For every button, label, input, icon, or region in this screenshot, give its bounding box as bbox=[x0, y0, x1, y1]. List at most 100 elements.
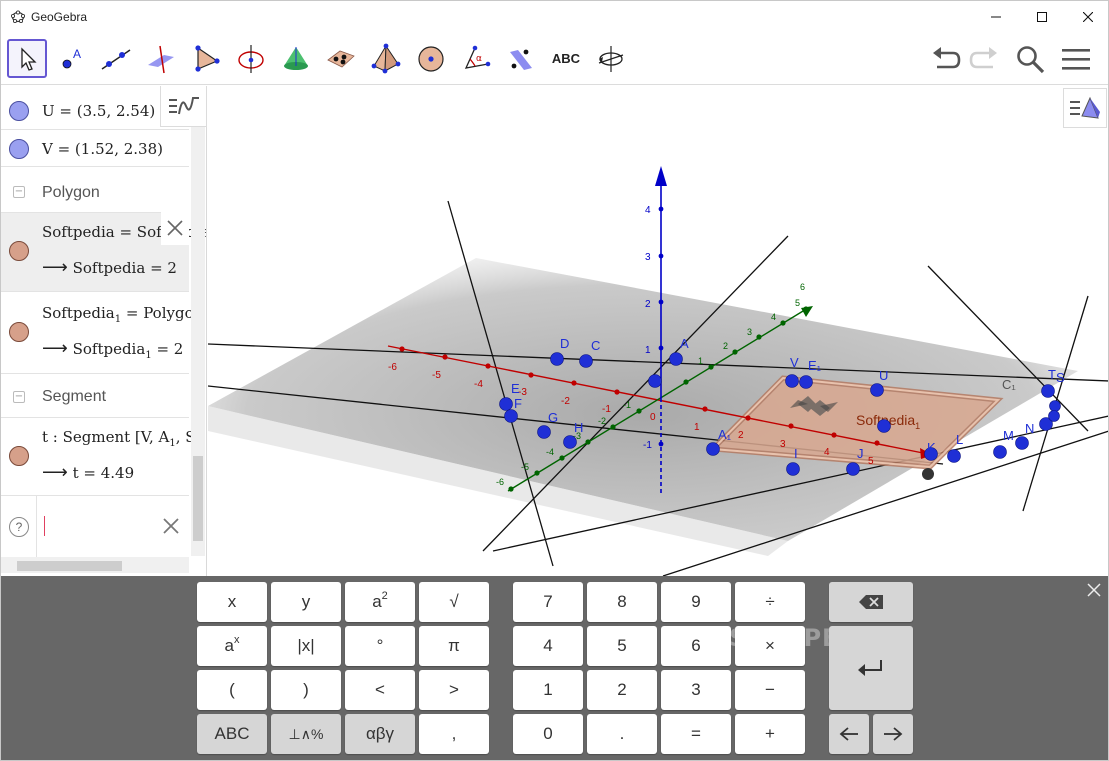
minimize-button[interactable] bbox=[973, 1, 1019, 32]
cone-tool[interactable] bbox=[276, 39, 316, 78]
key-plus[interactable]: + bbox=[735, 714, 805, 754]
key-3[interactable]: 3 bbox=[661, 670, 731, 710]
polygon-tool[interactable] bbox=[186, 39, 226, 78]
algebra-input-row[interactable]: ? bbox=[1, 496, 189, 558]
clear-input-icon[interactable] bbox=[163, 518, 179, 534]
key-x[interactable]: x bbox=[197, 582, 267, 622]
svg-text:α: α bbox=[476, 54, 482, 64]
algebra-item-v[interactable]: V = (1.52, 2.38) bbox=[1, 130, 189, 167]
angle-tool[interactable]: α bbox=[456, 39, 496, 78]
key-minus[interactable]: − bbox=[735, 670, 805, 710]
key-a-power-x[interactable]: ax bbox=[197, 626, 267, 666]
arrow-right-icon bbox=[884, 727, 903, 741]
visibility-toggle[interactable] bbox=[9, 446, 29, 466]
key-1[interactable]: 1 bbox=[513, 670, 583, 710]
key-abs[interactable]: |x| bbox=[271, 626, 341, 666]
result-arrow-icon: ⟶ bbox=[42, 462, 68, 483]
search-button[interactable] bbox=[1013, 42, 1047, 76]
key-greater-than[interactable]: > bbox=[419, 670, 489, 710]
key-less-than[interactable]: < bbox=[345, 670, 415, 710]
sphere-icon bbox=[418, 45, 444, 72]
maximize-button[interactable] bbox=[1019, 1, 1065, 32]
menu-button[interactable] bbox=[1059, 42, 1093, 76]
key-9[interactable]: 9 bbox=[661, 582, 731, 622]
x-tick-label: 1 bbox=[694, 422, 700, 433]
point-i bbox=[786, 462, 800, 476]
key-greek[interactable]: αβγ bbox=[345, 714, 415, 754]
maximize-icon bbox=[1037, 11, 1047, 22]
move-tool[interactable] bbox=[7, 39, 47, 78]
reflect-tool[interactable] bbox=[501, 39, 541, 78]
graphics-style-button[interactable] bbox=[1063, 88, 1107, 128]
text-tool-label: ABC bbox=[551, 51, 581, 66]
key-multiply[interactable]: × bbox=[735, 626, 805, 666]
line-tool[interactable] bbox=[96, 39, 136, 78]
key-open-paren[interactable]: ( bbox=[197, 670, 267, 710]
key-8[interactable]: 8 bbox=[587, 582, 657, 622]
perpendicular-line-tool[interactable] bbox=[141, 39, 181, 78]
key-comma[interactable]: , bbox=[419, 714, 489, 754]
intersect-tool[interactable] bbox=[321, 39, 361, 78]
visibility-toggle[interactable] bbox=[9, 139, 29, 159]
close-icon bbox=[1087, 583, 1101, 597]
graphics-canvas[interactable]: Softpedia1 -6 -5 -4 -3 -2 -1 0 1 2 3 4 5 bbox=[208, 86, 1109, 576]
collapse-icon[interactable]: − bbox=[13, 391, 25, 403]
key-symbols[interactable]: ⊥∧% bbox=[271, 714, 341, 754]
algebra-scrollbar-thumb[interactable] bbox=[193, 456, 203, 541]
key-decimal[interactable]: . bbox=[587, 714, 657, 754]
point-tool[interactable]: A bbox=[52, 39, 92, 78]
y-tick-label: 4 bbox=[771, 312, 776, 322]
key-pi[interactable]: π bbox=[419, 626, 489, 666]
redo-button[interactable] bbox=[967, 42, 1001, 76]
svg-text:A: A bbox=[73, 47, 81, 61]
collapse-icon[interactable]: − bbox=[13, 186, 25, 198]
pyramid-tool[interactable] bbox=[366, 39, 406, 78]
key-close-paren[interactable]: ) bbox=[271, 670, 341, 710]
key-enter[interactable] bbox=[829, 626, 913, 710]
category-segment[interactable]: − Segment bbox=[1, 374, 189, 418]
close-keyboard-button[interactable] bbox=[1084, 580, 1104, 600]
key-y[interactable]: y bbox=[271, 582, 341, 622]
sphere-tool[interactable] bbox=[411, 39, 451, 78]
algebra-item-t[interactable]: t : Segment [V, A1, S ⟶ t = 4.49 bbox=[1, 418, 196, 496]
graphics-3d-view[interactable]: Softpedia1 -6 -5 -4 -3 -2 -1 0 1 2 3 4 5 bbox=[208, 86, 1109, 576]
point-dark[interactable] bbox=[922, 468, 934, 480]
category-polygon[interactable]: − Polygon bbox=[1, 167, 189, 213]
visibility-toggle[interactable] bbox=[9, 322, 29, 342]
key-degree[interactable]: ° bbox=[345, 626, 415, 666]
help-icon[interactable]: ? bbox=[9, 517, 29, 537]
key-0[interactable]: 0 bbox=[513, 714, 583, 754]
circle-tool[interactable] bbox=[231, 39, 271, 78]
result-name: Softpedia bbox=[72, 340, 146, 358]
algebra-style-button[interactable] bbox=[160, 86, 207, 127]
rotate-view-tool[interactable] bbox=[591, 39, 631, 78]
key-7[interactable]: 7 bbox=[513, 582, 583, 622]
close-item-button[interactable] bbox=[161, 211, 189, 245]
undo-button[interactable] bbox=[929, 42, 963, 76]
key-backspace[interactable] bbox=[829, 582, 913, 622]
key-6[interactable]: 6 bbox=[661, 626, 731, 666]
key-left-arrow[interactable] bbox=[829, 714, 869, 754]
point-label: E₁ bbox=[808, 358, 822, 373]
key-abc[interactable]: ABC bbox=[197, 714, 267, 754]
point-f bbox=[504, 409, 518, 423]
close-button[interactable] bbox=[1065, 1, 1108, 32]
visibility-toggle[interactable] bbox=[9, 101, 29, 121]
key-sqrt[interactable]: √ bbox=[419, 582, 489, 622]
key-equals[interactable]: = bbox=[661, 714, 731, 754]
text-tool[interactable]: ABC bbox=[546, 39, 586, 78]
x-tick-label: -4 bbox=[474, 379, 483, 390]
algebra-scrollbar-hthumb[interactable] bbox=[17, 561, 122, 571]
algebra-input[interactable] bbox=[45, 514, 155, 538]
algebra-item-softpedia1[interactable]: Softpedia1 = Polygon ⟶ Softpedia1 = 2 bbox=[1, 292, 203, 374]
key-4[interactable]: 4 bbox=[513, 626, 583, 666]
key-divide[interactable]: ÷ bbox=[735, 582, 805, 622]
point-label: K bbox=[927, 440, 936, 455]
key-right-arrow[interactable] bbox=[873, 714, 913, 754]
y-tick-label: -6 bbox=[496, 477, 504, 487]
key-2[interactable]: 2 bbox=[587, 670, 657, 710]
visibility-toggle[interactable] bbox=[9, 241, 29, 261]
key-5[interactable]: 5 bbox=[587, 626, 657, 666]
key-a-squared[interactable]: a2 bbox=[345, 582, 415, 622]
close-icon bbox=[1083, 11, 1093, 22]
